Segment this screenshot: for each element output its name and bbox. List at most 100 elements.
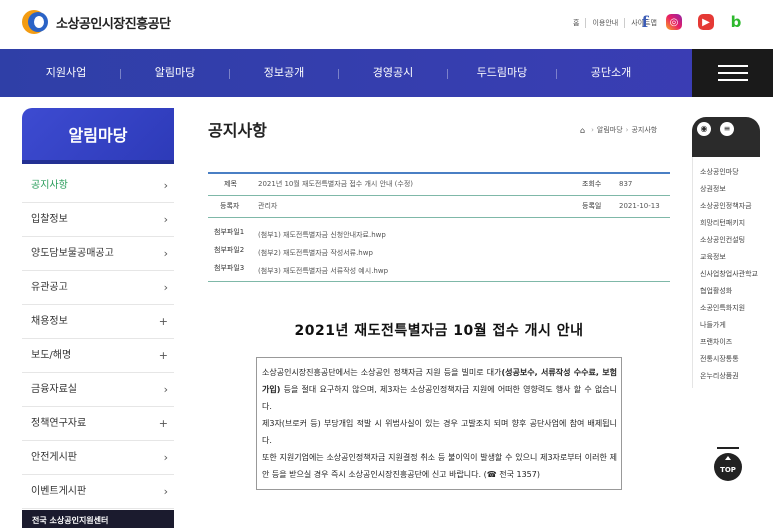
post-info-row: 등록자 관리자 등록일 2021-10-13 bbox=[208, 196, 670, 218]
post-info-table: 제목 2021년 10월 재도전특별자금 접수 개시 안내 (수정) 조회수 8… bbox=[208, 172, 670, 282]
plus-icon: + bbox=[158, 349, 168, 362]
quick-link[interactable]: 전통시장통통 bbox=[700, 354, 760, 364]
arrow-up-icon bbox=[725, 456, 731, 460]
logo-text: 소상공인시장진흥공단 bbox=[56, 16, 171, 32]
logo-mark-icon bbox=[22, 10, 50, 34]
sidebar-item-safety[interactable]: 안전게시판 › bbox=[22, 441, 174, 475]
attachment-list: 첨부파일1 (첨부1) 재도전특별자금 신청안내자료.hwp 첨부파일2 (첨부… bbox=[208, 218, 670, 282]
hamburger-menu-icon[interactable] bbox=[692, 49, 773, 97]
page-title: 공지사항 bbox=[208, 121, 267, 140]
subject-value: 2021년 10월 재도전특별자금 접수 개시 안내 (수정) bbox=[258, 180, 414, 188]
list-icon[interactable]: ≡ bbox=[720, 122, 734, 136]
sidebar-item-label: 공지사항 bbox=[31, 180, 68, 191]
breadcrumb-item[interactable]: 알림마당 bbox=[597, 125, 623, 135]
sidebar-item-label: 이벤트게시판 bbox=[31, 486, 87, 497]
sidebar-item-label: 금융자료실 bbox=[31, 384, 77, 395]
quick-link[interactable]: 프랜차이즈 bbox=[700, 337, 760, 347]
chevron-right-icon: › bbox=[163, 179, 168, 192]
sidebar-item-label: 안전게시판 bbox=[31, 452, 77, 463]
scroll-top-button[interactable]: TOP bbox=[714, 447, 742, 481]
home-icon[interactable]: ⌂ bbox=[580, 126, 585, 135]
quick-link[interactable]: 신사업창업사관학교 bbox=[700, 269, 760, 279]
util-link-guide[interactable]: 이용안내 bbox=[585, 18, 624, 28]
breadcrumb-item[interactable]: 공지사항 bbox=[631, 125, 657, 135]
logo[interactable]: 소상공인시장진흥공단 bbox=[22, 10, 171, 34]
author-label: 등록자 bbox=[220, 202, 240, 210]
views-value: 837 bbox=[619, 180, 633, 188]
author-value: 관리자 bbox=[258, 202, 278, 210]
youtube-icon[interactable]: ▶ bbox=[698, 14, 714, 30]
chevron-right-icon: › bbox=[163, 451, 168, 464]
warning-notice-box: 소상공인시장진흥공단에서는 소상공인 정책자금 지원 등을 빌미로 대가(성공보… bbox=[256, 357, 622, 490]
top-line bbox=[717, 447, 739, 449]
nav-item-info[interactable]: 정보공개 bbox=[230, 49, 338, 97]
breadcrumb: ⌂ › 알림마당 › 공지사항 bbox=[580, 125, 657, 135]
sidebar-center-banner[interactable]: 전국 소상공인지원센터 bbox=[22, 510, 174, 528]
quick-link[interactable]: 소상공인정책자금 bbox=[700, 201, 760, 211]
quick-link[interactable]: 온누리상품권 bbox=[700, 371, 760, 381]
sidebar-item-press[interactable]: 보도/해명 + bbox=[22, 339, 174, 373]
date-label: 등록일 bbox=[582, 202, 602, 210]
attachment-label: 첨부파일2 bbox=[214, 246, 245, 254]
nav-item-about[interactable]: 공단소개 bbox=[557, 49, 665, 97]
notice-paragraph: 제3자(브로커 등) 부당개입 적발 시 위법사실이 있는 경우 고발조치 되며… bbox=[262, 419, 617, 445]
attachment-link[interactable]: (첨부2) 재도전특별자금 작성서류.hwp bbox=[258, 248, 373, 258]
plus-icon: + bbox=[158, 315, 168, 328]
sidebar-item-label: 채용정보 bbox=[31, 316, 68, 327]
sidebar-item-label: 입찰정보 bbox=[31, 214, 68, 225]
quick-link[interactable]: 소공인특화지원 bbox=[700, 303, 760, 313]
sidebar-item-label: 보도/해명 bbox=[31, 350, 72, 361]
attachment-label: 첨부파일1 bbox=[214, 228, 245, 236]
post-headline: 2021년 재도전특별자금 10월 접수 개시 안내 bbox=[294, 323, 584, 339]
quick-link[interactable]: 나들가게 bbox=[700, 320, 760, 330]
sidebar-item-label: 양도담보물공매공고 bbox=[31, 248, 114, 259]
nav-item-support[interactable]: 지원사업 bbox=[12, 49, 120, 97]
chevron-right-icon: › bbox=[163, 247, 168, 260]
quick-link[interactable]: 소상공인마당 bbox=[700, 167, 760, 177]
quick-link[interactable]: 교육정보 bbox=[700, 252, 760, 262]
sidebar-item-recruit[interactable]: 채용정보 + bbox=[22, 305, 174, 339]
chevron-right-icon: › bbox=[163, 383, 168, 396]
sidebar-menu: 공지사항 › 입찰정보 › 양도담보물공매공고 › 유관공고 › 채용정보 + … bbox=[22, 169, 174, 509]
quick-link[interactable]: 희망리턴패키지 bbox=[700, 218, 760, 228]
chevron-right-icon: › bbox=[163, 281, 168, 294]
nav-item-dodream[interactable]: 두드림마당 bbox=[448, 49, 556, 97]
sidebar-item-label: 유관공고 bbox=[31, 282, 68, 293]
breadcrumb-separator: › bbox=[591, 126, 594, 134]
attachment-link[interactable]: (첨부1) 재도전특별자금 신청안내자료.hwp bbox=[258, 230, 386, 240]
sidebar-item-research[interactable]: 정책연구자료 + bbox=[22, 407, 174, 441]
sidebar-title: 알림마당 bbox=[22, 108, 174, 164]
quick-link[interactable]: 소상공인컨설팅 bbox=[700, 235, 760, 245]
quick-menu-list: 소상공인마당 상권정보 소상공인정책자금 희망리턴패키지 소상공인컨설팅 교육정… bbox=[692, 157, 760, 388]
chevron-right-icon: › bbox=[163, 485, 168, 498]
sidebar-item-related[interactable]: 유관공고 › bbox=[22, 271, 174, 305]
facebook-icon[interactable]: f bbox=[637, 13, 653, 31]
blog-icon[interactable]: b bbox=[728, 13, 744, 31]
top-header: 소상공인시장진흥공단 홈 이용안내 사이트맵 f ◎ ▶ b bbox=[0, 0, 773, 49]
views-label: 조회수 bbox=[582, 180, 602, 188]
subject-label: 제목 bbox=[224, 180, 237, 188]
quick-link[interactable]: 상권정보 bbox=[700, 184, 760, 194]
sidebar-item-auction[interactable]: 양도담보물공매공고 › bbox=[22, 237, 174, 271]
util-link-home[interactable]: 홈 bbox=[567, 18, 585, 28]
quick-link[interactable]: 협업활성화 bbox=[700, 286, 760, 296]
nav-item-disclosure[interactable]: 경영공시 bbox=[339, 49, 447, 97]
notice-paragraph: 또한 지원기업에는 소상공인정책자금 지원결정 취소 등 불이익이 발생할 수 … bbox=[262, 453, 617, 479]
top-label: TOP bbox=[720, 466, 736, 474]
sidebar-item-notice[interactable]: 공지사항 › bbox=[22, 169, 174, 203]
date-value: 2021-10-13 bbox=[619, 202, 660, 210]
breadcrumb-separator: › bbox=[625, 126, 629, 134]
camera-icon[interactable]: ◉ bbox=[697, 122, 711, 136]
post-info-row: 제목 2021년 10월 재도전특별자금 접수 개시 안내 (수정) 조회수 8… bbox=[208, 174, 670, 196]
attachment-link[interactable]: (첨부3) 재도전특별자금 서류작성 예시.hwp bbox=[258, 266, 388, 276]
quick-menu-header: ◉ ≡ bbox=[692, 117, 760, 157]
nav-item-notice[interactable]: 알림마당 bbox=[121, 49, 229, 97]
sidebar-item-bid[interactable]: 입찰정보 › bbox=[22, 203, 174, 237]
notice-text: 소상공인시장진흥공단에서는 소상공인 정책자금 지원 등을 빌미로 대가 bbox=[262, 368, 502, 377]
attachment-label: 첨부파일3 bbox=[214, 264, 245, 272]
main-nav: 지원사업 알림마당 정보공개 경영공시 두드림마당 공단소개 bbox=[0, 49, 773, 97]
sidebar-item-finance[interactable]: 금융자료실 › bbox=[22, 373, 174, 407]
chevron-right-icon: › bbox=[163, 213, 168, 226]
sidebar-item-event[interactable]: 이벤트게시판 › bbox=[22, 475, 174, 509]
instagram-icon[interactable]: ◎ bbox=[666, 14, 682, 30]
